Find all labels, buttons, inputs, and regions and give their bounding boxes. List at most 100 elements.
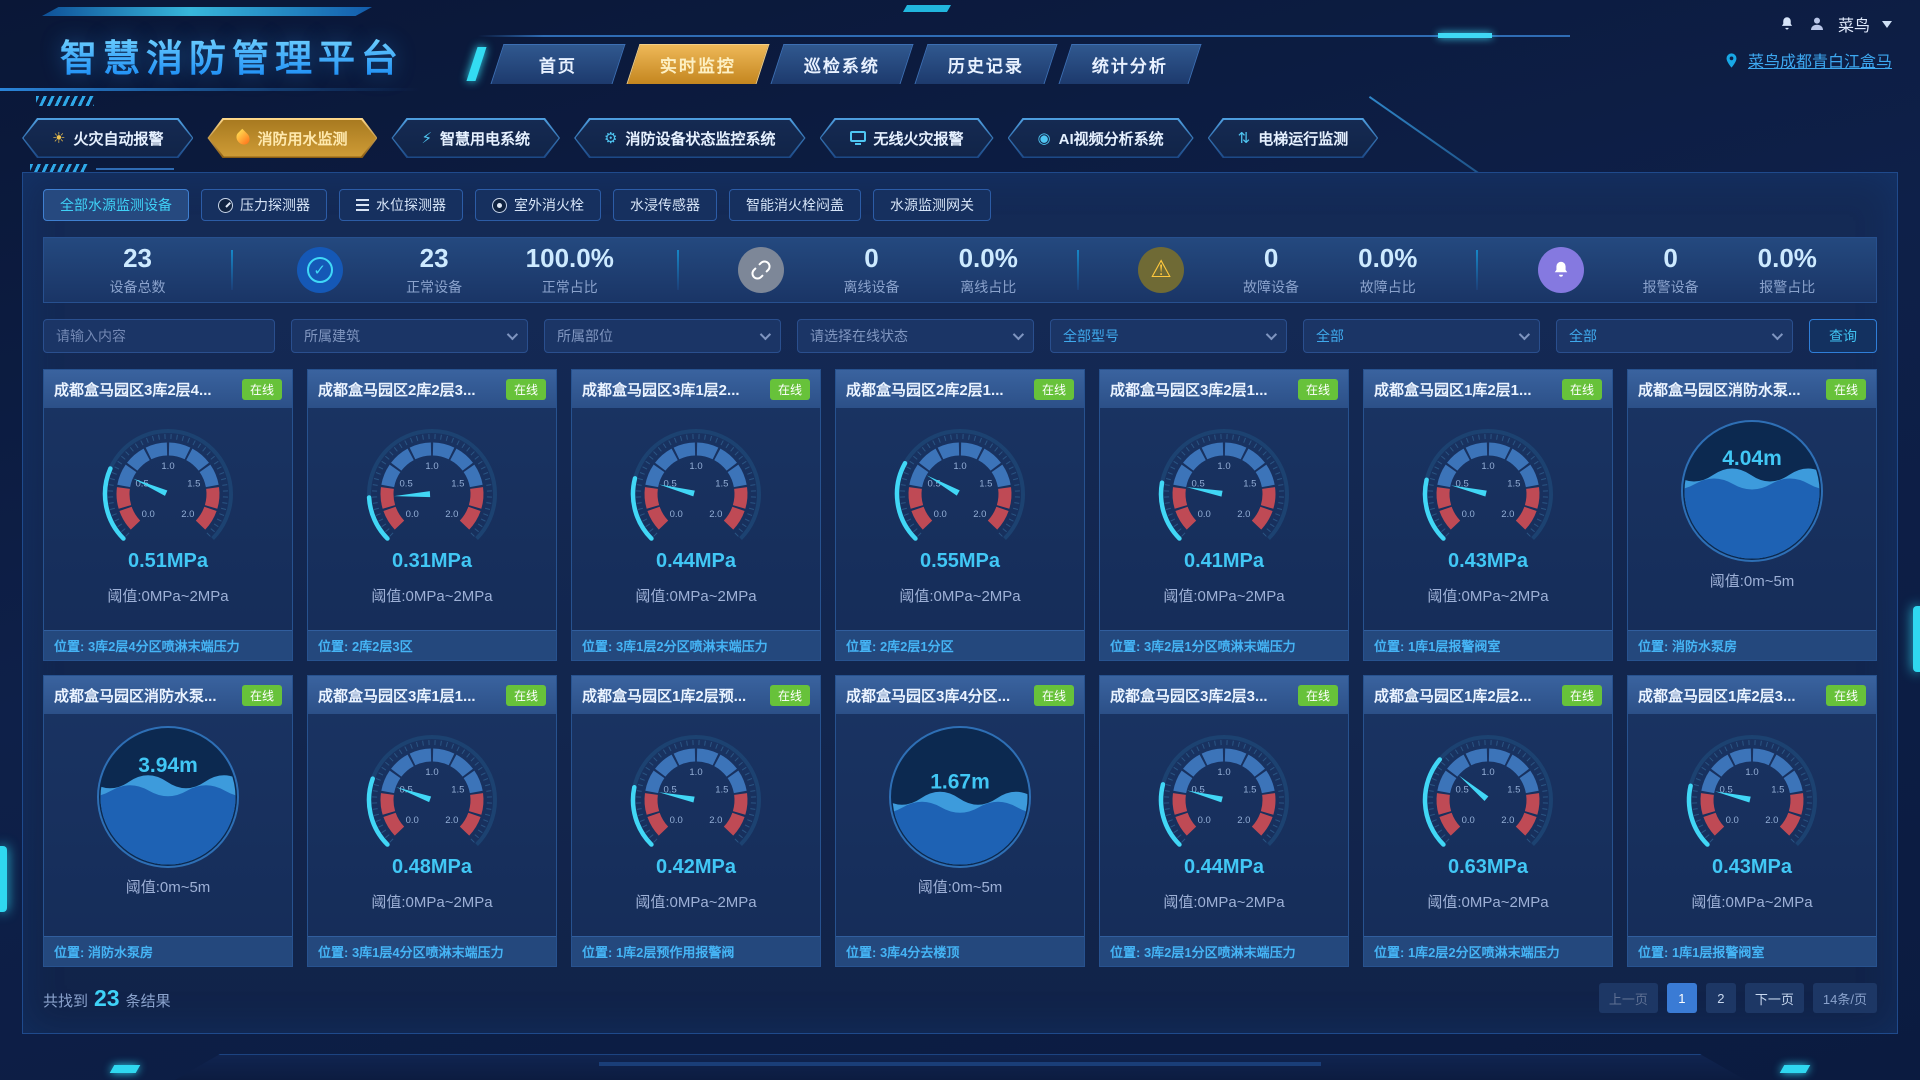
svg-text:1.5: 1.5	[187, 478, 200, 489]
status-badge: 在线	[1562, 685, 1602, 706]
select-building[interactable]: 所属建筑	[291, 319, 528, 353]
bell-icon[interactable]	[1778, 15, 1796, 33]
water-level-gauge: 3.94m	[95, 724, 241, 870]
stat-number: 0	[1663, 243, 1677, 274]
status-badge: 在线	[1826, 379, 1866, 400]
stat-item: 0报警设备	[1643, 243, 1699, 297]
device-card[interactable]: 成都盒马园区1库2层2...在线0.00.51.01.52.00.63MPa阈值…	[1363, 675, 1613, 967]
water-level-gauge: 4.04m	[1679, 418, 1825, 564]
subnav-tab-label: 火灾自动报警	[73, 128, 163, 149]
device-card-header: 成都盒马园区消防水泵...在线	[1628, 370, 1876, 408]
device-location: 位置: 3库4分去楼顶	[836, 936, 1084, 966]
main-nav: 首页 实时监控 巡检系统 历史记录 统计分析	[472, 42, 1209, 86]
select-online-status[interactable]: 请选择在线状态	[797, 319, 1034, 353]
svg-text:4.04m: 4.04m	[1722, 447, 1782, 470]
chevron-down-icon	[1772, 329, 1783, 340]
status-badge: 在线	[1562, 379, 1602, 400]
svg-text:1.5: 1.5	[451, 784, 464, 795]
result-prefix: 共找到	[43, 990, 88, 1011]
warning-triangle-icon: ⚠	[1138, 247, 1184, 293]
stat-number: 100.0%	[526, 243, 614, 274]
device-card-body: 0.00.51.01.52.00.55MPa阈值:0MPa~2MPa	[836, 408, 1084, 630]
device-card[interactable]: 成都盒马园区2库2层3...在线0.00.51.01.52.00.31MPa阈值…	[307, 369, 557, 661]
gauge-value: 0.63MPa	[1448, 856, 1528, 879]
svg-text:1.5: 1.5	[1243, 478, 1256, 489]
device-card[interactable]: 成都盒马园区1库2层1...在线0.00.51.01.52.00.43MPa阈值…	[1363, 369, 1613, 661]
svg-text:0.0: 0.0	[670, 509, 683, 520]
svg-text:2.0: 2.0	[1501, 815, 1514, 826]
gauge-value: 0.41MPa	[1184, 550, 1264, 573]
user-icon	[1808, 15, 1826, 33]
device-card[interactable]: 成都盒马园区消防水泵...在线4.04m阈值:0m~5m位置: 消防水泵房	[1627, 369, 1877, 661]
nav-statistics[interactable]: 统计分析	[1059, 44, 1202, 84]
title-underline-decor	[0, 88, 420, 91]
pagination-page-1[interactable]: 1	[1667, 983, 1697, 1013]
subnav-fire-auto-alarm[interactable]: ☀火灾自动报警	[22, 118, 193, 158]
device-location: 位置: 1库1层报警阀室	[1628, 936, 1876, 966]
nav-history[interactable]: 历史记录	[915, 44, 1058, 84]
pagination-prev-button[interactable]: 上一页	[1599, 983, 1658, 1013]
filter-chip-4[interactable]: 室外消火栓	[475, 189, 601, 221]
svg-text:1.5: 1.5	[1507, 784, 1520, 795]
select-model[interactable]: 全部型号	[1050, 319, 1287, 353]
stat-number: 0	[864, 243, 878, 274]
device-card[interactable]: 成都盒马园区消防水泵...在线3.94m阈值:0m~5m位置: 消防水泵房	[43, 675, 293, 967]
filter-chip-7[interactable]: 水源监测网关	[873, 189, 991, 221]
filter-chip-1[interactable]: 全部水源监测设备	[43, 189, 189, 221]
device-card[interactable]: 成都盒马园区1库2层3...在线0.00.51.01.52.00.43MPa阈值…	[1627, 675, 1877, 967]
svg-text:2.0: 2.0	[1237, 509, 1250, 520]
device-title: 成都盒马园区3库2层4...	[54, 379, 212, 400]
select-all-2[interactable]: 全部	[1556, 319, 1793, 353]
filter-chip-label: 智能消火栓闷盖	[746, 195, 844, 215]
pagination-page-size[interactable]: 14条/页	[1813, 983, 1877, 1013]
device-title: 成都盒马园区3库4分区...	[846, 685, 1010, 706]
query-button[interactable]: 查询	[1809, 319, 1877, 353]
svg-text:2.0: 2.0	[445, 509, 458, 520]
nav-inspection[interactable]: 巡检系统	[771, 44, 914, 84]
select-part[interactable]: 所属部位	[544, 319, 781, 353]
stat-item: 0 离线设备	[844, 243, 900, 297]
device-card[interactable]: 成都盒马园区2库2层1...在线0.00.51.01.52.00.55MPa阈值…	[835, 369, 1085, 661]
filter-chip-3[interactable]: 水位探测器	[339, 189, 463, 221]
warning-icon: ⚠	[1150, 258, 1172, 282]
subnav-smart-electric[interactable]: ⚡智慧用电系统	[391, 118, 560, 158]
pagination-next-button[interactable]: 下一页	[1745, 983, 1804, 1013]
ai-video-icon: ◉	[1038, 131, 1051, 146]
device-card[interactable]: 成都盒马园区3库4分区...在线1.67m阈值:0m~5m位置: 3库4分去楼顶	[835, 675, 1085, 967]
svg-text:1.5: 1.5	[1243, 784, 1256, 795]
subnav-wireless-fire-alarm[interactable]: 无线火灾报警	[820, 118, 994, 158]
device-card[interactable]: 成都盒马园区3库2层4...在线0.00.51.01.52.00.51MPa阈值…	[43, 369, 293, 661]
chevron-down-icon[interactable]	[1882, 21, 1892, 33]
filter-chip-6[interactable]: 智能消火栓闷盖	[729, 189, 861, 221]
stat-label: 离线设备	[844, 277, 900, 297]
subnav-elevator-monitor[interactable]: ⇅电梯运行监测	[1208, 118, 1379, 158]
nav-tab-label: 历史记录	[948, 52, 1024, 77]
device-card[interactable]: 成都盒马园区3库1层1...在线0.00.51.01.52.00.48MPa阈值…	[307, 675, 557, 967]
device-card-header: 成都盒马园区1库2层预...在线	[572, 676, 820, 714]
device-card[interactable]: 成都盒马园区3库2层3...在线0.00.51.01.52.00.44MPa阈值…	[1099, 675, 1349, 967]
select-all-1[interactable]: 全部	[1303, 319, 1540, 353]
subnav-tab-label: 智慧用电系统	[440, 128, 530, 149]
svg-text:1.0: 1.0	[1217, 461, 1230, 472]
nav-realtime-monitor[interactable]: 实时监控	[627, 44, 770, 84]
device-card-header: 成都盒马园区1库2层1...在线	[1364, 370, 1612, 408]
device-card[interactable]: 成都盒马园区3库2层1...在线0.00.51.01.52.00.41MPa阈值…	[1099, 369, 1349, 661]
pagination-page-2[interactable]: 2	[1706, 983, 1736, 1013]
filter-chip-5[interactable]: 水浸传感器	[613, 189, 717, 221]
nav-tab-label: 实时监控	[660, 52, 736, 77]
nav-home[interactable]: 首页	[491, 44, 626, 84]
subnav-fire-water-monitor[interactable]: 消防用水监测	[207, 118, 377, 158]
status-badge: 在线	[242, 379, 282, 400]
filter-chip-2[interactable]: 压力探测器	[201, 189, 327, 221]
subnav-ai-video[interactable]: ◉AI视频分析系统	[1008, 118, 1194, 158]
filter-chip-label: 水位探测器	[376, 195, 446, 215]
site-link[interactable]: 菜鸟成都青白江盒马	[1748, 48, 1892, 72]
device-card[interactable]: 成都盒马园区3库1层2...在线0.00.51.01.52.00.44MPa阈值…	[571, 369, 821, 661]
username[interactable]: 菜鸟	[1838, 12, 1870, 36]
svg-text:2.0: 2.0	[709, 509, 722, 520]
search-input[interactable]	[43, 319, 275, 353]
device-card[interactable]: 成都盒马园区1库2层预...在线0.00.51.01.52.00.42MPa阈值…	[571, 675, 821, 967]
svg-text:2.0: 2.0	[973, 509, 986, 520]
subnav-device-status-monitor[interactable]: ⚙消防设备状态监控系统	[574, 118, 805, 158]
filter-chip-label: 压力探测器	[240, 195, 310, 215]
